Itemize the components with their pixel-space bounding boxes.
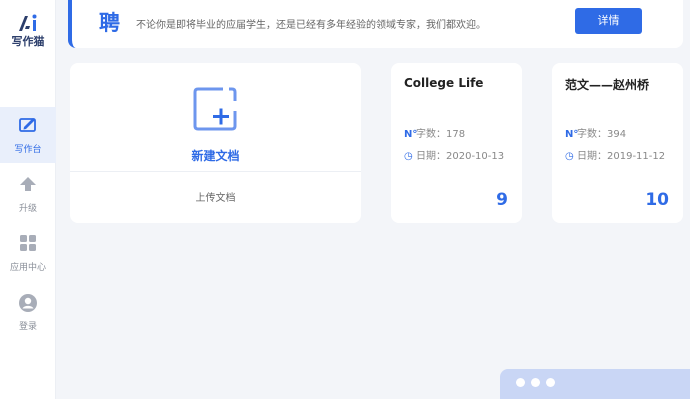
new-document-card: 新建文档 上传文档: [70, 63, 361, 223]
sidebar-item-workbench[interactable]: 写作台: [0, 107, 56, 163]
document-count: 9: [496, 190, 508, 210]
document-card[interactable]: 范文——赵州桥 N°字数：394 ◷ 日期：2019-11-12 10: [552, 63, 683, 223]
details-button[interactable]: 详情: [575, 8, 642, 34]
sidebar-item-label: 登录: [18, 322, 37, 332]
document-count: 10: [645, 190, 669, 210]
banner-text: 不论你是即将毕业的应届学生，还是已经有多年经验的领域专家，我们都欢迎。: [136, 20, 486, 31]
word-count: N°字数：178: [404, 125, 465, 140]
word-count: N°字数：394: [565, 125, 626, 140]
new-document-button[interactable]: 新建文档: [70, 63, 361, 171]
upload-document-button[interactable]: 上传文档: [70, 189, 361, 204]
sidebar-item-label: 应用中心: [9, 263, 46, 273]
sidebar-item-label: 写作台: [14, 145, 42, 155]
document-date: ◷ 日期：2020-10-13: [404, 147, 504, 162]
dot-icon: [546, 378, 555, 387]
number-icon: N°: [565, 129, 579, 140]
divider: [70, 171, 361, 172]
sidebar-item-login[interactable]: 登录: [0, 284, 56, 340]
grid-icon: [0, 225, 56, 256]
date-value: 2019-11-12: [607, 151, 666, 162]
word-count-label: 字数：: [577, 129, 607, 140]
logo-icon: [19, 14, 37, 31]
document-date: ◷ 日期：2019-11-12: [565, 147, 665, 162]
sidebar-item-upgrade[interactable]: 升级: [0, 166, 56, 222]
pen-icon: [0, 107, 56, 138]
word-count-value: 178: [446, 129, 466, 140]
clock-icon: ◷: [565, 151, 574, 162]
date-label: 日期：: [577, 151, 607, 162]
document-card[interactable]: College Life N°字数：178 ◷ 日期：2020-10-13 9: [391, 63, 522, 223]
recruit-icon: 聘: [99, 11, 120, 35]
sidebar-item-label: 升级: [18, 204, 37, 214]
new-document-label: 新建文档: [191, 149, 240, 163]
word-count-label: 字数：: [416, 129, 446, 140]
new-document-icon: [193, 87, 237, 135]
sidebar: 写作猫 写作台 升级 应用中心 登录: [0, 0, 56, 399]
logo-text: 写作猫: [11, 35, 45, 48]
recruit-banner: 聘 不论你是即将毕业的应届学生，还是已经有多年经验的领域专家，我们都欢迎。 详情: [68, 0, 683, 48]
dot-icon: [531, 378, 540, 387]
floating-panel[interactable]: [500, 369, 690, 399]
word-count-value: 394: [607, 129, 627, 140]
clock-icon: ◷: [404, 151, 413, 162]
dot-icon: [516, 378, 525, 387]
user-icon: [0, 284, 56, 315]
app-logo[interactable]: 写作猫: [0, 14, 56, 49]
date-label: 日期：: [416, 151, 446, 162]
document-title: College Life: [404, 76, 484, 90]
document-title: 范文——赵州桥: [565, 78, 650, 92]
number-icon: N°: [404, 129, 418, 140]
date-value: 2020-10-13: [446, 151, 505, 162]
sidebar-item-app-center[interactable]: 应用中心: [0, 225, 56, 281]
arrow-up-icon: [0, 166, 56, 197]
